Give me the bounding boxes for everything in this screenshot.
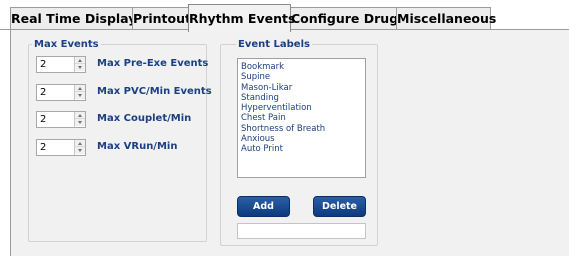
- event-labels-list[interactable]: Bookmark Supine Mason-Likar Standing Hyp…: [237, 58, 366, 178]
- tab-rhythm-events[interactable]: Rhythm Events: [188, 4, 295, 32]
- list-item[interactable]: Bookmark: [241, 62, 365, 72]
- max-vrun-label: Max VRun/Min: [97, 141, 178, 152]
- max-couplet-label: Max Couplet/Min: [97, 113, 192, 124]
- decrement-arrow-icon[interactable]: [75, 92, 85, 99]
- list-item[interactable]: Chest Pain: [241, 113, 365, 123]
- max-vrun-stepper[interactable]: 2: [36, 139, 86, 156]
- increment-arrow-icon[interactable]: [75, 112, 85, 119]
- list-item[interactable]: Auto Print: [241, 144, 365, 154]
- increment-arrow-icon[interactable]: [75, 140, 85, 147]
- max-pre-exe-stepper[interactable]: 2: [36, 56, 86, 73]
- tab-real-time-display[interactable]: Real Time Display: [10, 7, 136, 30]
- delete-button[interactable]: Delete: [313, 196, 366, 217]
- tab-bar: Real Time Display Printout Rhythm Events…: [0, 0, 569, 32]
- tab-miscellaneous[interactable]: Miscellaneous: [396, 7, 496, 30]
- add-button[interactable]: Add: [237, 196, 290, 217]
- tab-configure-drugs[interactable]: Configure Drugs: [290, 7, 406, 30]
- decrement-arrow-icon[interactable]: [75, 147, 85, 154]
- increment-arrow-icon[interactable]: [75, 57, 85, 64]
- max-pre-exe-value[interactable]: 2: [40, 58, 46, 71]
- max-pvc-stepper[interactable]: 2: [36, 84, 86, 101]
- list-item[interactable]: Anxious: [241, 134, 365, 144]
- max-pvc-label: Max PVC/Min Events: [97, 86, 212, 97]
- max-couplet-value[interactable]: 2: [40, 113, 46, 126]
- decrement-arrow-icon[interactable]: [75, 119, 85, 126]
- max-events-legend: Max Events: [32, 39, 101, 50]
- list-item[interactable]: Hyperventilation: [241, 103, 365, 113]
- max-pre-exe-label: Max Pre-Exe Events: [97, 58, 209, 69]
- tab-printout[interactable]: Printout: [132, 7, 191, 30]
- event-labels-legend: Event Labels: [236, 39, 312, 50]
- max-couplet-stepper[interactable]: 2: [36, 111, 86, 128]
- list-item[interactable]: Shortness of Breath: [241, 124, 365, 134]
- max-vrun-value[interactable]: 2: [40, 141, 46, 154]
- decrement-arrow-icon[interactable]: [75, 64, 85, 71]
- list-item[interactable]: Standing: [241, 93, 365, 103]
- increment-arrow-icon[interactable]: [75, 85, 85, 92]
- new-event-label-input[interactable]: [237, 223, 366, 239]
- list-item[interactable]: Supine: [241, 72, 365, 82]
- list-item[interactable]: Mason-Likar: [241, 83, 365, 93]
- max-pvc-value[interactable]: 2: [40, 86, 46, 99]
